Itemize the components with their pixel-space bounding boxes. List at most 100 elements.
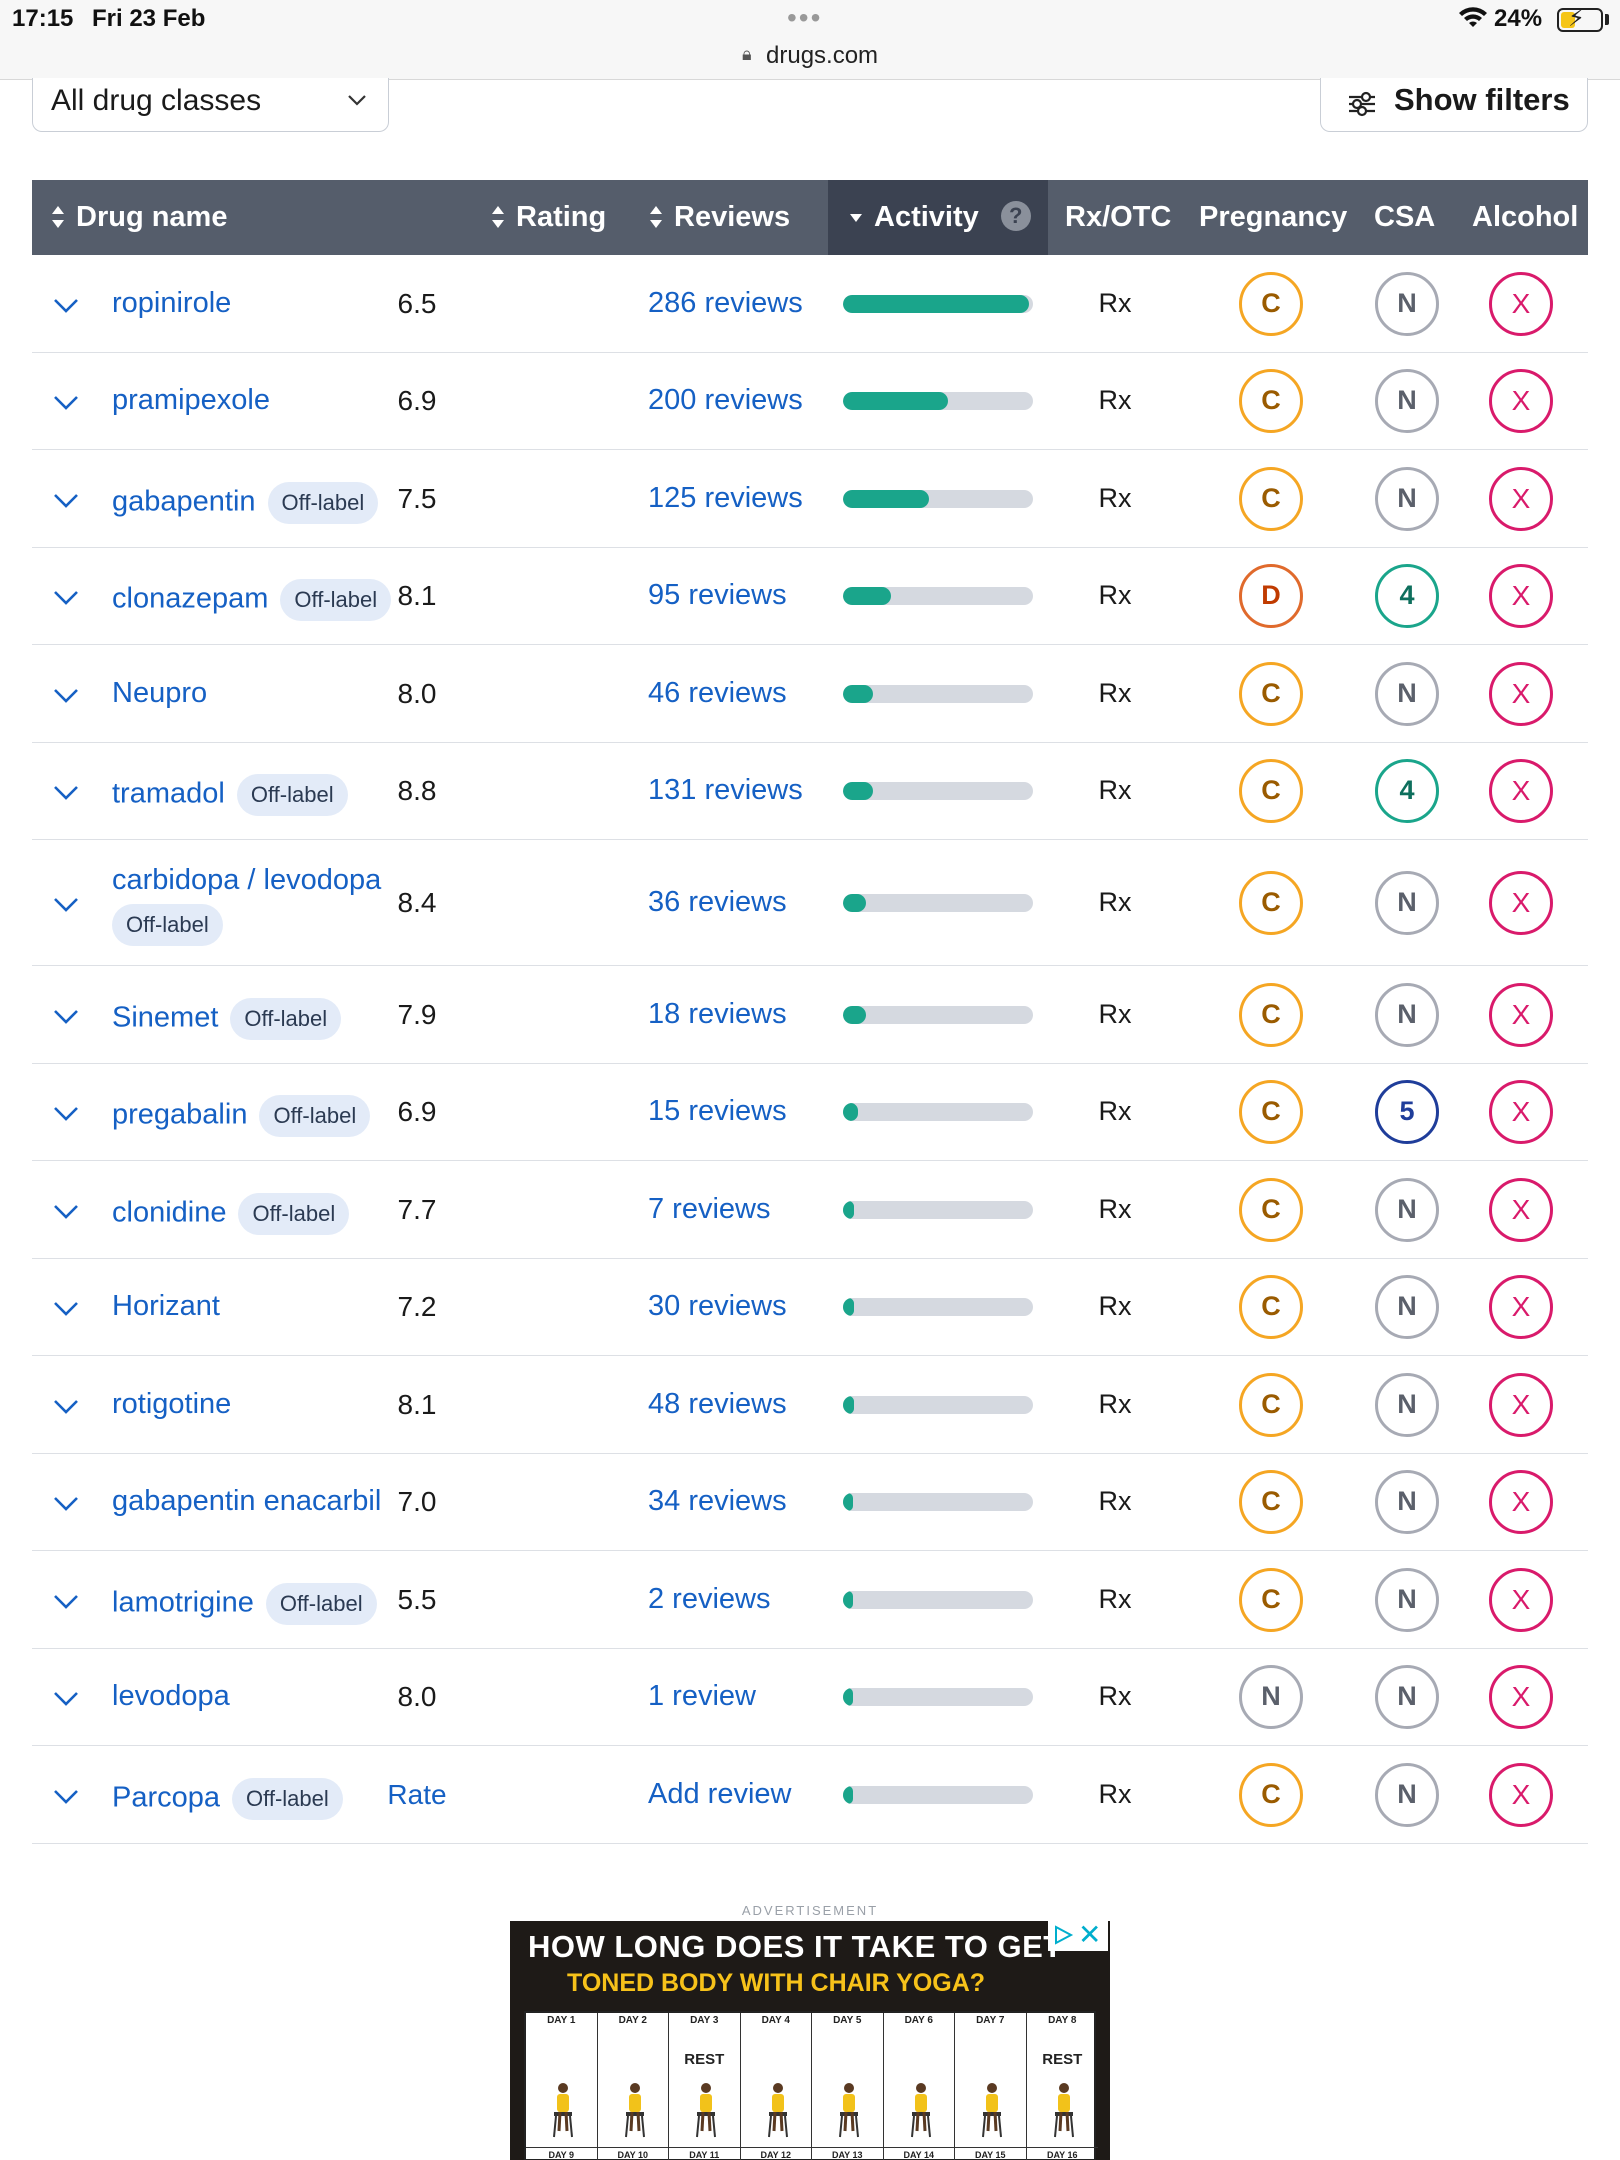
drug-name-link[interactable]: clonidine Off-label <box>112 1192 350 1235</box>
reviews-link[interactable]: 30 reviews <box>648 1290 787 1323</box>
pregnancy-category-badge[interactable]: C <box>1239 982 1303 1047</box>
alcohol-interaction-badge[interactable]: X <box>1489 982 1553 1047</box>
drug-name-link[interactable]: clonazepam Off-label <box>112 579 392 622</box>
pregnancy-category-badge[interactable]: C <box>1239 1372 1303 1437</box>
rate-link[interactable]: Rate <box>362 1779 472 1811</box>
alcohol-interaction-badge[interactable]: X <box>1489 466 1553 531</box>
expand-chevron-icon[interactable] <box>52 1104 80 1124</box>
csa-schedule-badge[interactable]: N <box>1375 1372 1439 1437</box>
alcohol-interaction-badge[interactable]: X <box>1489 871 1553 935</box>
pregnancy-category-badge[interactable]: C <box>1239 1275 1303 1340</box>
csa-schedule-badge[interactable]: N <box>1375 1762 1439 1827</box>
drug-name-link[interactable]: pregabalin Off-label <box>112 1095 371 1138</box>
expand-chevron-icon[interactable] <box>52 686 80 706</box>
expand-chevron-icon[interactable] <box>52 783 80 803</box>
reviews-link[interactable]: 48 reviews <box>648 1388 787 1421</box>
drug-class-select[interactable]: All drug classes <box>32 78 389 132</box>
expand-chevron-icon[interactable] <box>52 895 80 915</box>
alcohol-interaction-badge[interactable]: X <box>1489 1762 1553 1827</box>
alcohol-interaction-badge[interactable]: X <box>1489 564 1553 629</box>
reviews-link[interactable]: 2 reviews <box>648 1583 771 1616</box>
reviews-link[interactable]: 15 reviews <box>648 1095 787 1128</box>
pregnancy-category-badge[interactable]: C <box>1239 661 1303 726</box>
reviews-link[interactable]: 125 reviews <box>648 482 803 515</box>
reviews-link[interactable]: 34 reviews <box>648 1485 787 1518</box>
drug-name-link[interactable]: Horizant <box>112 1290 220 1323</box>
tab-options-icon[interactable]: ••• <box>787 2 822 34</box>
expand-chevron-icon[interactable] <box>52 1689 80 1709</box>
drug-name-link[interactable]: levodopa <box>112 1680 230 1713</box>
close-icon[interactable]: ✕ <box>1078 1921 1101 1949</box>
expand-chevron-icon[interactable] <box>52 1007 80 1027</box>
drug-name-link[interactable]: lamotrigine Off-label <box>112 1582 377 1625</box>
header-rating[interactable]: Rating <box>490 180 606 255</box>
advertisement-banner[interactable]: HOW LONG DOES IT TAKE TO GET TONED BODY … <box>510 1921 1110 2160</box>
reviews-link[interactable]: 95 reviews <box>648 579 787 612</box>
csa-schedule-badge[interactable]: N <box>1375 466 1439 531</box>
reviews-link[interactable]: 131 reviews <box>648 774 803 807</box>
expand-chevron-icon[interactable] <box>52 588 80 608</box>
adchoices-icon[interactable] <box>1052 1924 1074 1946</box>
alcohol-interaction-badge[interactable]: X <box>1489 1567 1553 1632</box>
csa-schedule-badge[interactable]: 4 <box>1375 759 1439 824</box>
reviews-link[interactable]: 286 reviews <box>648 287 803 320</box>
reviews-link[interactable]: Add review <box>648 1778 791 1811</box>
csa-schedule-badge[interactable]: N <box>1375 982 1439 1047</box>
expand-chevron-icon[interactable] <box>52 1787 80 1807</box>
expand-chevron-icon[interactable] <box>52 1202 80 1222</box>
csa-schedule-badge[interactable]: N <box>1375 1567 1439 1632</box>
alcohol-interaction-badge[interactable]: X <box>1489 1275 1553 1340</box>
alcohol-interaction-badge[interactable]: X <box>1489 759 1553 824</box>
expand-chevron-icon[interactable] <box>52 393 80 413</box>
expand-chevron-icon[interactable] <box>52 1397 80 1417</box>
header-drug-name[interactable]: Drug name <box>50 180 227 255</box>
alcohol-interaction-badge[interactable]: X <box>1489 661 1553 726</box>
reviews-link[interactable]: 18 reviews <box>648 998 787 1031</box>
header-reviews[interactable]: Reviews <box>648 180 790 255</box>
csa-schedule-badge[interactable]: N <box>1375 271 1439 336</box>
csa-schedule-badge[interactable]: N <box>1375 369 1439 434</box>
expand-chevron-icon[interactable] <box>52 1592 80 1612</box>
reviews-link[interactable]: 36 reviews <box>648 886 787 919</box>
pregnancy-category-badge[interactable]: C <box>1239 369 1303 434</box>
alcohol-interaction-badge[interactable]: X <box>1489 1372 1553 1437</box>
expand-chevron-icon[interactable] <box>52 1494 80 1514</box>
drug-name-link[interactable]: carbidopa / levodopa <box>112 864 381 897</box>
csa-schedule-badge[interactable]: 5 <box>1375 1080 1439 1145</box>
csa-schedule-badge[interactable]: N <box>1375 661 1439 726</box>
drug-name-link[interactable]: Neupro <box>112 677 207 710</box>
pregnancy-category-badge[interactable]: C <box>1239 1762 1303 1827</box>
drug-name-link[interactable]: tramadol Off-label <box>112 774 348 817</box>
csa-schedule-badge[interactable]: N <box>1375 1275 1439 1340</box>
pregnancy-category-badge[interactable]: C <box>1239 759 1303 824</box>
csa-schedule-badge[interactable]: N <box>1375 1665 1439 1730</box>
csa-schedule-badge[interactable]: N <box>1375 871 1439 935</box>
expand-chevron-icon[interactable] <box>52 1299 80 1319</box>
reviews-link[interactable]: 46 reviews <box>648 677 787 710</box>
ad-close-control[interactable]: ✕ <box>1048 1921 1108 1951</box>
pregnancy-category-badge[interactable]: D <box>1239 564 1303 629</box>
alcohol-interaction-badge[interactable]: X <box>1489 1665 1553 1730</box>
csa-schedule-badge[interactable]: N <box>1375 1470 1439 1535</box>
pregnancy-category-badge[interactable]: C <box>1239 466 1303 531</box>
alcohol-interaction-badge[interactable]: X <box>1489 1470 1553 1535</box>
pregnancy-category-badge[interactable]: C <box>1239 1567 1303 1632</box>
reviews-link[interactable]: 200 reviews <box>648 384 803 417</box>
header-activity[interactable]: Activity? <box>848 180 1031 255</box>
alcohol-interaction-badge[interactable]: X <box>1489 1177 1553 1242</box>
pregnancy-category-badge[interactable]: C <box>1239 871 1303 935</box>
activity-help-icon[interactable]: ? <box>1000 201 1031 231</box>
drug-name-link[interactable]: gabapentin enacarbil <box>112 1485 381 1518</box>
drug-name-link[interactable]: ropinirole <box>112 287 231 320</box>
show-filters-button[interactable]: Show filters <box>1320 78 1588 132</box>
pregnancy-category-badge[interactable]: N <box>1239 1665 1303 1730</box>
reviews-link[interactable]: 1 review <box>648 1680 756 1713</box>
pregnancy-category-badge[interactable]: C <box>1239 1080 1303 1145</box>
pregnancy-category-badge[interactable]: C <box>1239 1470 1303 1535</box>
csa-schedule-badge[interactable]: 4 <box>1375 564 1439 629</box>
csa-schedule-badge[interactable]: N <box>1375 1177 1439 1242</box>
drug-name-link[interactable]: gabapentin Off-label <box>112 481 379 524</box>
expand-chevron-icon[interactable] <box>52 296 80 316</box>
alcohol-interaction-badge[interactable]: X <box>1489 271 1553 336</box>
drug-name-link[interactable]: pramipexole <box>112 384 270 417</box>
